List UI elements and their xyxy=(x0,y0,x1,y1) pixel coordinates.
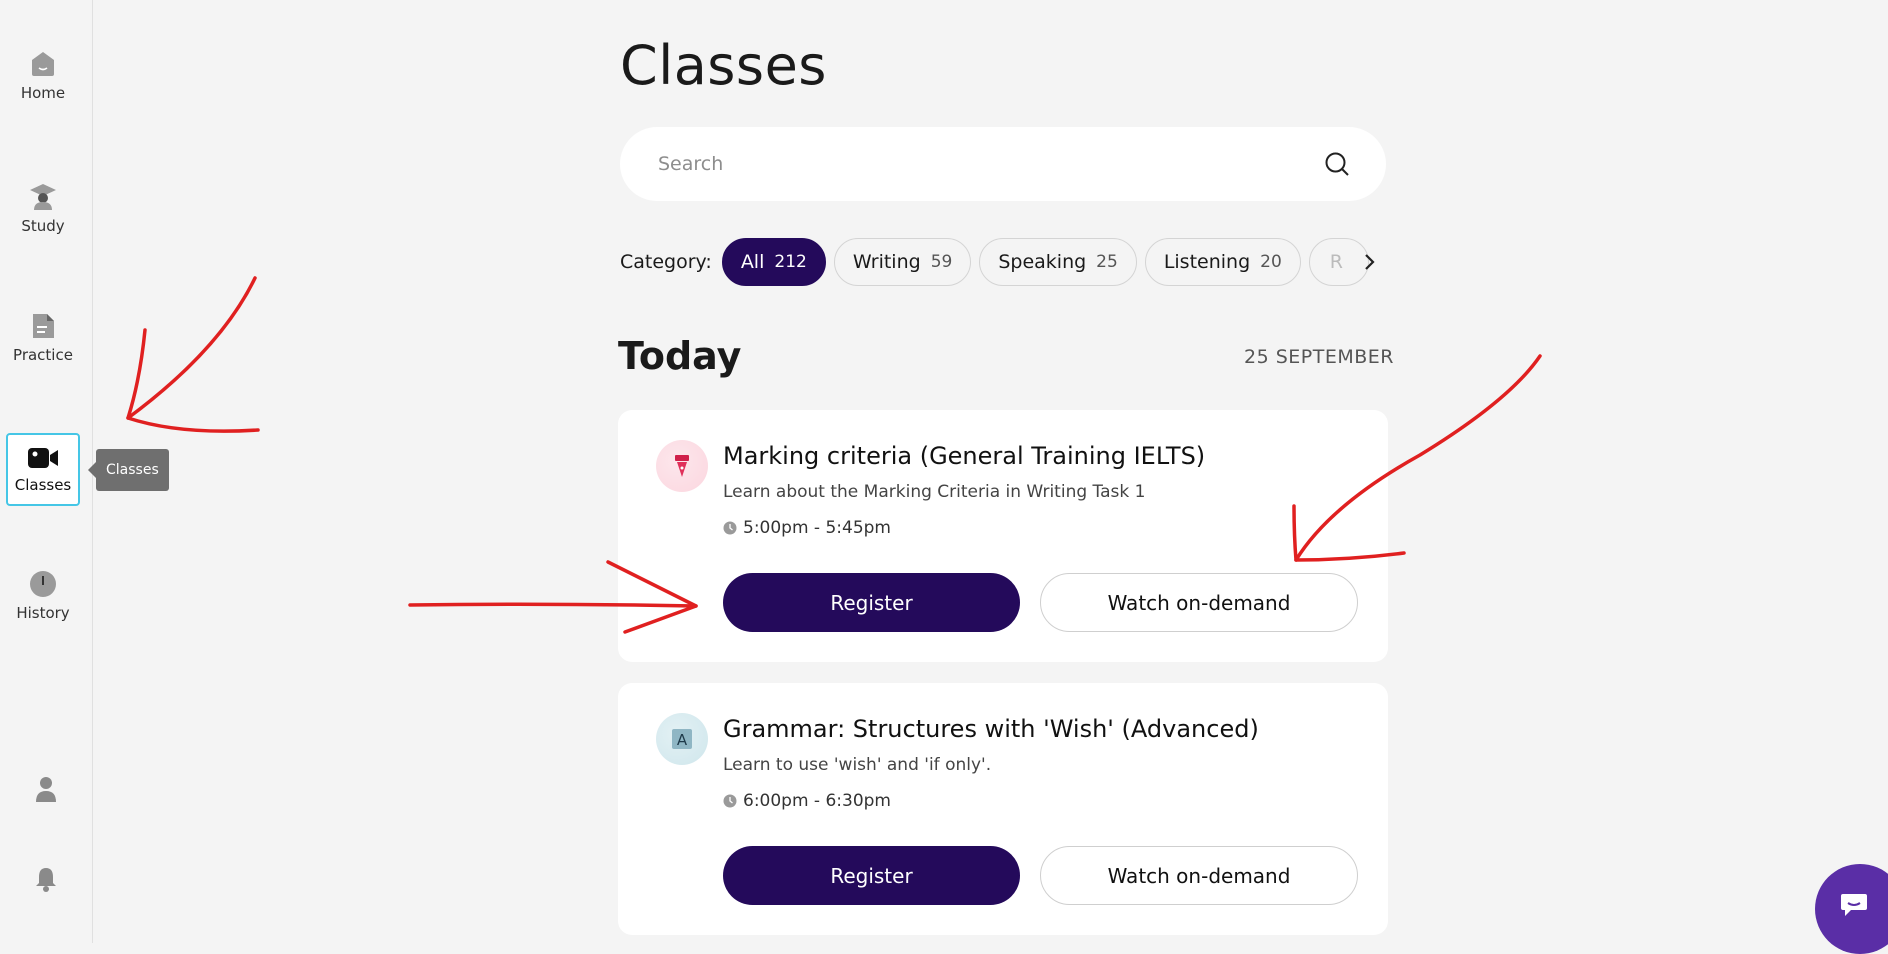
video-camera-icon xyxy=(28,447,58,468)
chip-label: Writing xyxy=(852,251,921,273)
section-date: 25 SEPTEMBER xyxy=(1244,346,1394,368)
category-chip-all[interactable]: All 212 xyxy=(721,238,826,286)
search-bar xyxy=(620,127,1386,201)
sidebar-item-classes[interactable]: Classes xyxy=(6,433,80,506)
history-icon xyxy=(30,571,56,597)
clock-icon xyxy=(723,521,737,535)
category-label: Category: xyxy=(620,251,712,273)
chip-label: R xyxy=(1329,251,1343,273)
sidebar-item-label: Home xyxy=(20,84,66,102)
category-filter: Category: All 212 Writing 59 Speaking 25… xyxy=(620,236,1386,288)
class-card: A Grammar: Structures with 'Wish' (Advan… xyxy=(618,683,1388,935)
chip-label: All xyxy=(740,251,765,273)
class-card: Marking criteria (General Training IELTS… xyxy=(618,410,1388,662)
sidebar-item-label: Practice xyxy=(13,346,73,364)
chip-count: 59 xyxy=(930,252,953,272)
notifications-button[interactable] xyxy=(0,866,92,892)
sidebar-item-home[interactable]: Home xyxy=(6,40,80,112)
search-icon[interactable] xyxy=(1324,151,1350,177)
sidebar-item-label: Study xyxy=(21,217,65,235)
pen-nib-icon xyxy=(656,440,708,492)
category-chip-writing[interactable]: Writing 59 xyxy=(833,238,972,286)
chip-count: 25 xyxy=(1096,252,1118,272)
sidebar: Home Study Practice Classes History xyxy=(0,0,93,943)
search-input[interactable] xyxy=(656,152,1324,176)
sidebar-tooltip: Classes xyxy=(88,449,169,491)
watch-on-demand-button[interactable]: Watch on-demand xyxy=(1040,573,1358,632)
chevron-right-icon[interactable] xyxy=(1360,248,1380,276)
watch-on-demand-button[interactable]: Watch on-demand xyxy=(1040,846,1358,905)
class-description: Learn to use 'wish' and 'if only'. xyxy=(723,755,992,775)
sidebar-item-label: Classes xyxy=(14,475,72,494)
svg-text:A: A xyxy=(677,731,688,749)
class-time-row: 6:00pm - 6:30pm xyxy=(723,791,891,811)
class-title: Grammar: Structures with 'Wish' (Advance… xyxy=(723,715,1259,743)
arrow-to-classes xyxy=(126,276,257,420)
class-time-row: 5:00pm - 5:45pm xyxy=(723,518,891,538)
chat-bubble-icon xyxy=(1841,894,1867,916)
sidebar-item-practice[interactable]: Practice xyxy=(6,302,80,374)
bell-icon xyxy=(36,868,56,892)
class-description: Learn about the Marking Criteria in Writ… xyxy=(723,482,1146,502)
chip-label: Speaking xyxy=(998,251,1087,273)
chip-count: 212 xyxy=(774,252,807,272)
sidebar-item-history[interactable]: History xyxy=(6,560,80,632)
clock-icon xyxy=(723,794,737,808)
class-title: Marking criteria (General Training IELTS… xyxy=(723,442,1206,470)
register-button[interactable]: Register xyxy=(723,573,1020,632)
section-title: Today xyxy=(618,334,742,378)
chip-label: Listening xyxy=(1163,251,1251,273)
category-chip-speaking[interactable]: Speaking 25 xyxy=(979,238,1137,286)
class-time: 5:00pm - 5:45pm xyxy=(743,518,891,538)
chip-count: 20 xyxy=(1260,252,1282,272)
sidebar-item-study[interactable]: Study xyxy=(6,172,80,244)
document-icon xyxy=(33,314,54,338)
page-title: Classes xyxy=(620,34,827,97)
register-button[interactable]: Register xyxy=(723,846,1020,905)
class-time: 6:00pm - 6:30pm xyxy=(743,791,891,811)
profile-button[interactable] xyxy=(0,776,92,802)
graduation-cap-icon xyxy=(30,184,56,210)
sidebar-item-label: History xyxy=(16,604,70,622)
chat-button[interactable] xyxy=(1815,864,1888,954)
letter-a-icon: A xyxy=(656,713,708,765)
profile-icon xyxy=(36,777,56,802)
category-chip-listening[interactable]: Listening 20 xyxy=(1144,238,1301,286)
home-icon xyxy=(32,52,54,76)
